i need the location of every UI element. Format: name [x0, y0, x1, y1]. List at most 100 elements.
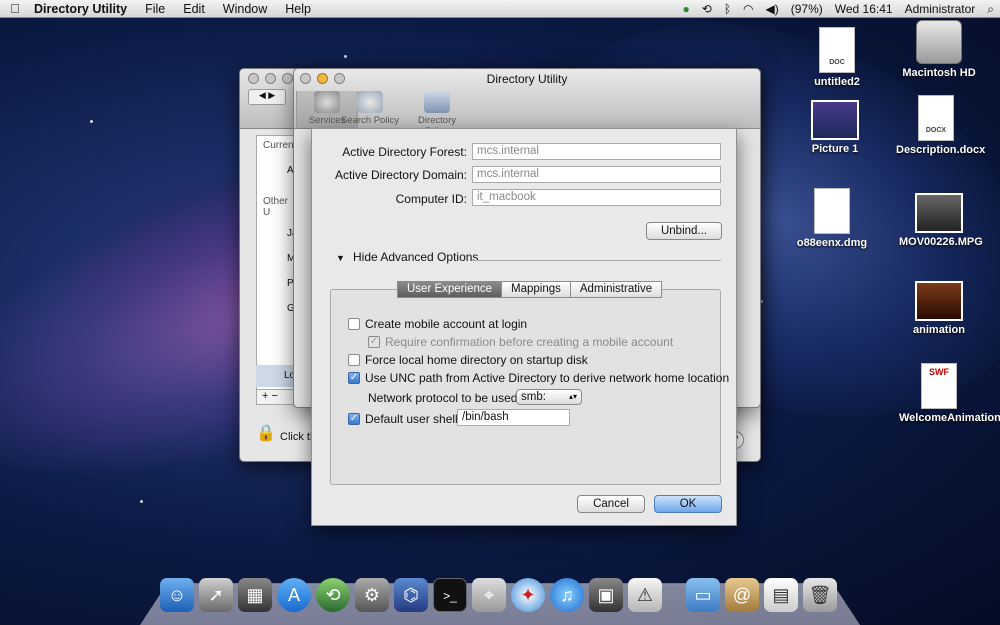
- computer-id-field[interactable]: it_macbook: [472, 189, 721, 206]
- cancel-button[interactable]: Cancel: [577, 495, 645, 513]
- wallpaper-star: [90, 120, 93, 123]
- network-icon[interactable]: ⌖: [472, 578, 506, 612]
- image-thumbnail-icon: [811, 100, 859, 140]
- computer-id-label: Computer ID:: [395, 192, 467, 206]
- trash-icon[interactable]: 🗑: [803, 578, 837, 612]
- apple-menu-icon[interactable]: : [0, 1, 30, 16]
- flash-file-icon: SWF: [921, 363, 957, 409]
- menu-file[interactable]: File: [127, 2, 174, 16]
- directory-editor-icon: [424, 91, 450, 113]
- desktop-icon-animation[interactable]: animation: [899, 281, 979, 337]
- desktop-icon-picture-1[interactable]: Picture 1: [795, 100, 875, 156]
- desktop-icon-label: animation: [913, 324, 965, 336]
- sidebar-item-user[interactable]: M: [257, 239, 295, 264]
- dashboard-icon[interactable]: ▦: [238, 578, 272, 612]
- app-store-icon[interactable]: A: [277, 578, 311, 612]
- advanced-options-toggle[interactable]: Hide Advanced Options: [353, 250, 478, 264]
- menu-app-name[interactable]: Directory Utility: [30, 2, 127, 16]
- wallpaper-star: [344, 55, 347, 58]
- use-unc-path-option[interactable]: ✓ Use UNC path from Active Directory to …: [348, 371, 729, 385]
- wifi-icon[interactable]: ◠: [737, 2, 759, 16]
- sidebar-item-account[interactable]: Ac: [257, 155, 295, 176]
- directory-utility-icon[interactable]: ⌬: [394, 578, 428, 612]
- protocol-popup[interactable]: smb: ▴▾: [516, 389, 582, 405]
- mobile-account-checkbox[interactable]: [348, 318, 360, 330]
- zoom-button[interactable]: [282, 73, 293, 84]
- status-dot-icon[interactable]: ●: [677, 2, 696, 16]
- volume-icon[interactable]: ◀): [760, 2, 785, 16]
- use-unc-path-label: Use UNC path from Active Directory to de…: [365, 371, 730, 385]
- facetime-icon[interactable]: ▣: [589, 578, 623, 612]
- shell-field[interactable]: /bin/bash: [457, 409, 570, 426]
- applications-folder-icon[interactable]: ▭: [686, 578, 720, 612]
- sidebar-header-current: Current: [263, 140, 296, 151]
- desktop-icon-description-docx[interactable]: DOCX Description.docx: [896, 95, 985, 157]
- system-preferences-icon[interactable]: ⚙: [355, 578, 389, 612]
- menu-window[interactable]: Window: [214, 2, 276, 16]
- desktop-icon-mov[interactable]: MOV00226.MPG: [899, 193, 983, 249]
- force-local-home-option[interactable]: Force local home directory on startup di…: [348, 353, 588, 367]
- disclosure-triangle-icon[interactable]: ▼: [336, 253, 345, 263]
- desktop-icon-label: WelcomeAnimation.swf: [899, 412, 1000, 424]
- desktop-icon-dmg[interactable]: o88eenx.dmg: [792, 188, 872, 250]
- ok-button[interactable]: OK: [654, 495, 722, 513]
- bluetooth-icon[interactable]: ᛒ: [718, 2, 737, 16]
- itunes-icon[interactable]: ♫: [550, 578, 584, 612]
- hard-drive-icon: [916, 20, 962, 64]
- menu-bar:  Directory Utility File Edit Window Hel…: [0, 0, 1000, 18]
- separator: [472, 260, 721, 261]
- advanced-tabs: User Experience Mappings Administrative: [397, 281, 663, 298]
- nav-back-forward[interactable]: ◀ ▶: [248, 89, 286, 105]
- downloads-stack-icon[interactable]: ▤: [764, 578, 798, 612]
- tab-administrative[interactable]: Administrative: [569, 281, 663, 298]
- console-icon[interactable]: ⚠: [628, 578, 662, 612]
- lock-icon[interactable]: 🔒: [256, 423, 276, 443]
- mobile-account-option[interactable]: Create mobile account at login: [348, 317, 527, 331]
- sidebar-item-user[interactable]: Ja: [257, 222, 295, 239]
- clock[interactable]: Wed 16:41: [829, 2, 899, 16]
- user-menu[interactable]: Administrator: [899, 2, 982, 16]
- desktop-icon-label: Macintosh HD: [902, 67, 976, 79]
- default-shell-checkbox[interactable]: ✓: [348, 413, 360, 425]
- mobile-account-label: Create mobile account at login: [365, 317, 528, 331]
- close-button[interactable]: [248, 73, 259, 84]
- search-policy-icon: [357, 91, 383, 113]
- require-confirmation-checkbox: ✓: [368, 336, 380, 348]
- spotlight-icon[interactable]: ⌕: [981, 2, 1000, 17]
- terminal-icon[interactable]: >_: [433, 578, 467, 612]
- battery-status[interactable]: (97%): [785, 2, 829, 16]
- sidebar-item-group[interactable]: G: [257, 289, 295, 314]
- launchpad-icon[interactable]: ➚: [199, 578, 233, 612]
- domain-field[interactable]: mcs.internal: [472, 166, 721, 183]
- document-icon: DOC: [819, 27, 855, 73]
- menu-help[interactable]: Help: [276, 2, 320, 16]
- toolbar-search-policy[interactable]: Search Policy: [339, 91, 401, 126]
- menu-extras: ● ⟲ ᛒ ◠ ◀) (97%) Wed 16:41 Administrator…: [677, 0, 1000, 18]
- add-remove-buttons[interactable]: + −: [256, 389, 296, 405]
- window-title: Directory Utility: [486, 72, 568, 86]
- sidebar-item-user[interactable]: Pa: [257, 264, 295, 289]
- desktop-icon-macintosh-hd[interactable]: Macintosh HD: [899, 20, 979, 80]
- time-machine-icon[interactable]: ⟲: [316, 578, 350, 612]
- safari-icon[interactable]: ✦: [511, 578, 545, 612]
- tab-user-experience[interactable]: User Experience: [397, 281, 503, 298]
- window-titlebar[interactable]: Directory Utility Services Search Policy…: [294, 69, 760, 137]
- use-unc-path-checkbox[interactable]: ✓: [348, 372, 360, 384]
- unbind-button[interactable]: Unbind...: [646, 222, 722, 240]
- force-local-home-checkbox[interactable]: [348, 354, 360, 366]
- time-machine-icon[interactable]: ⟲: [696, 2, 718, 16]
- desktop-icon-untitled2[interactable]: DOC untitled2: [797, 27, 877, 89]
- login-options-item[interactable]: Lo: [256, 365, 296, 387]
- finder-icon[interactable]: ☺: [160, 578, 194, 612]
- forest-field[interactable]: mcs.internal: [472, 143, 721, 160]
- default-shell-label: Default user shell:: [365, 412, 462, 426]
- desktop-icon-swf[interactable]: SWF WelcomeAnimation.swf: [899, 363, 1000, 425]
- menu-edit[interactable]: Edit: [174, 2, 214, 16]
- sidebar-header-other: Other U: [263, 196, 289, 218]
- tab-mappings[interactable]: Mappings: [501, 281, 571, 298]
- default-shell-option[interactable]: ✓ Default user shell:: [348, 412, 461, 426]
- dock-divider: [667, 578, 681, 612]
- documents-stack-icon[interactable]: @: [725, 578, 759, 612]
- domain-label: Active Directory Domain:: [334, 168, 467, 182]
- minimize-button[interactable]: [265, 73, 276, 84]
